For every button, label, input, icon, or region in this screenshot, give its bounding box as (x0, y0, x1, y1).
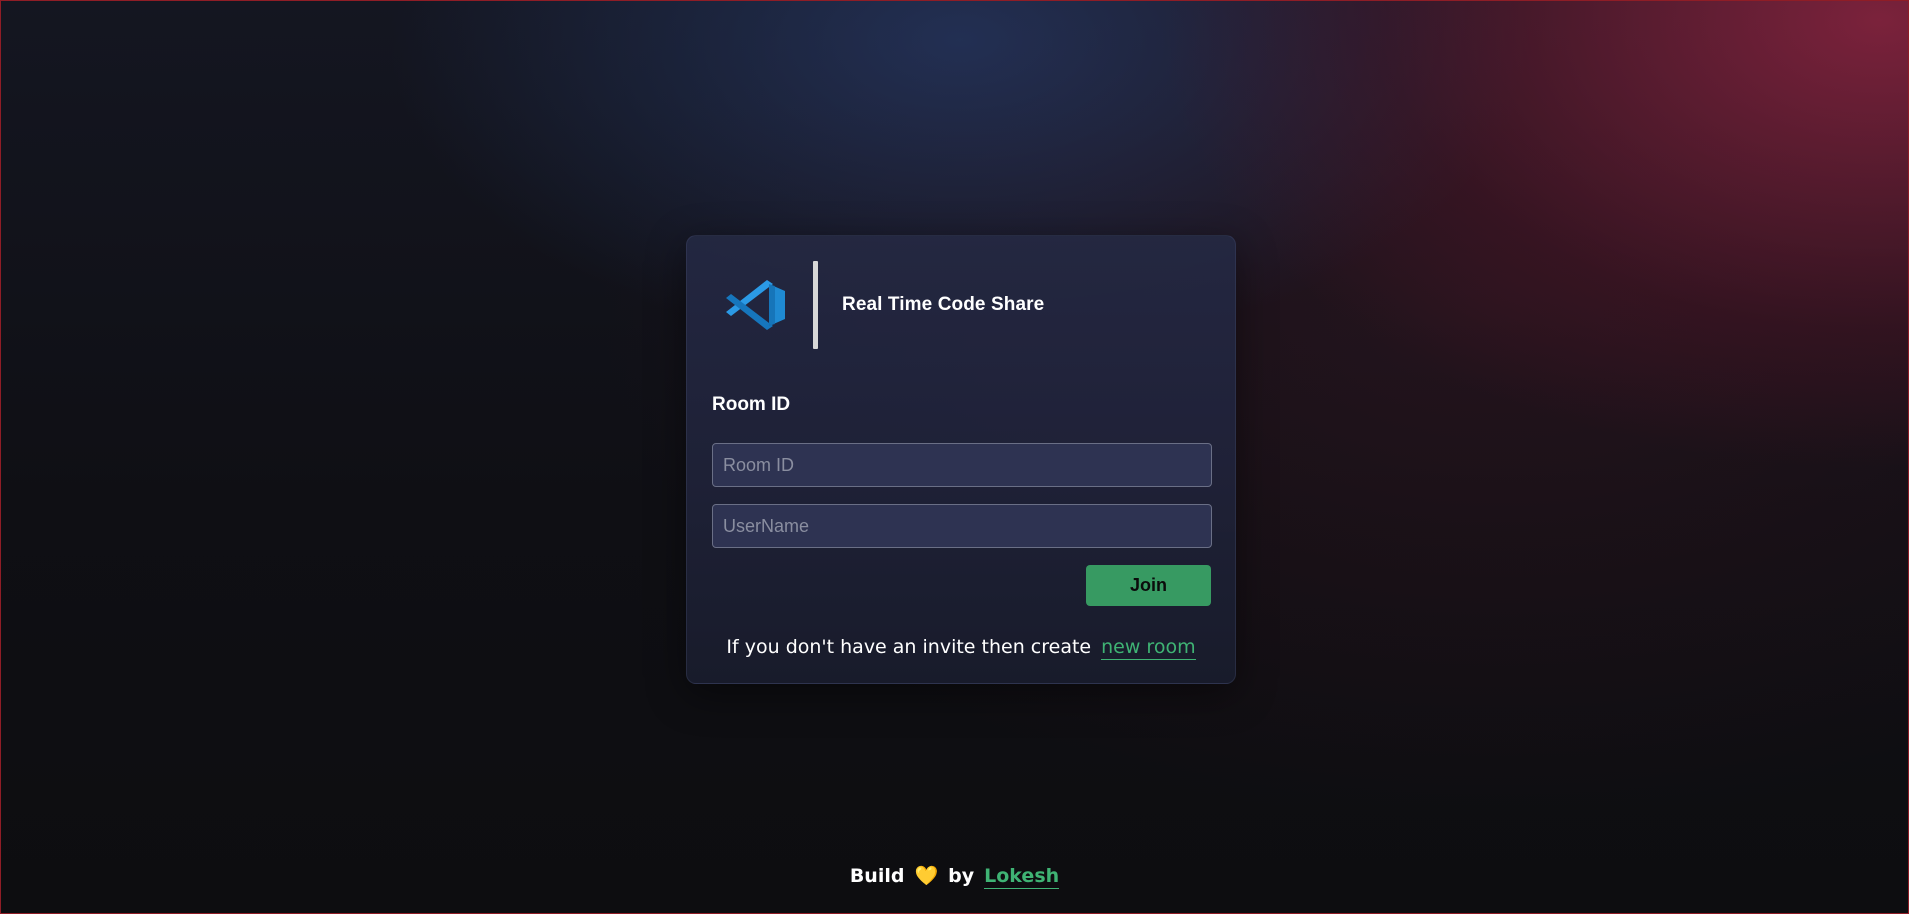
room-id-label: Room ID (712, 394, 791, 415)
join-room-card: Real Time Code Share Room ID Join If you… (686, 235, 1236, 684)
yellow-heart-icon: 💛 (914, 865, 939, 887)
footer: Build 💛 by Lokesh (0, 864, 1909, 889)
footer-by-text: by (948, 865, 975, 887)
room-id-input[interactable] (712, 443, 1212, 487)
logo-divider (813, 261, 818, 349)
vscode-logo-icon (726, 280, 785, 330)
invite-text: If you don't have an invite then create (726, 636, 1092, 658)
footer-build-text: Build (849, 865, 905, 887)
invite-message: If you don't have an invite then create n… (687, 636, 1235, 660)
username-input[interactable] (712, 504, 1212, 548)
join-button[interactable]: Join (1086, 565, 1211, 606)
new-room-link[interactable]: new room (1101, 636, 1196, 660)
app-title: Real Time Code Share (842, 294, 1045, 315)
logo-header: Real Time Code Share (723, 260, 1044, 350)
author-link[interactable]: Lokesh (984, 865, 1060, 889)
